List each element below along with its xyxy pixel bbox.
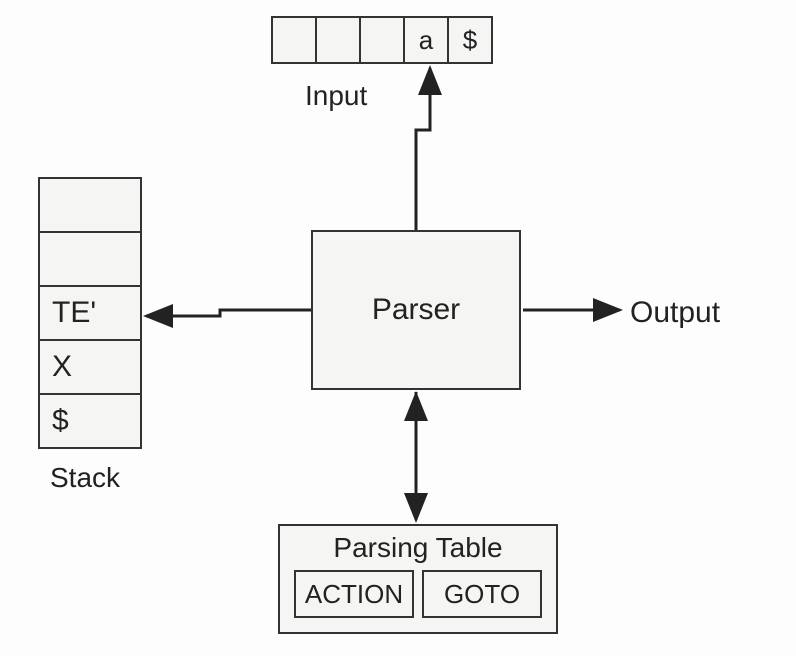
arrow-parser-to-stack — [146, 310, 311, 316]
input-label: Input — [305, 80, 367, 112]
stack: TE' X $ — [38, 177, 142, 449]
input-cell — [359, 16, 405, 64]
stack-cell — [38, 231, 142, 287]
stack-cell: TE' — [38, 285, 142, 341]
parsing-table: Parsing Table ACTION GOTO — [278, 524, 558, 634]
parser-box: Parser — [311, 230, 521, 390]
parser-label: Parser — [372, 293, 460, 327]
stack-cell — [38, 177, 142, 233]
parsing-table-title: Parsing Table — [290, 532, 546, 564]
stack-cell: $ — [38, 393, 142, 449]
arrow-parser-to-input — [416, 68, 430, 230]
input-cell — [315, 16, 361, 64]
input-buffer: a $ — [271, 16, 493, 64]
stack-cell: X — [38, 339, 142, 395]
action-cell: ACTION — [294, 570, 414, 618]
input-cell — [271, 16, 317, 64]
goto-cell: GOTO — [422, 570, 542, 618]
input-cell: $ — [447, 16, 493, 64]
output-label: Output — [630, 296, 720, 330]
input-cell: a — [403, 16, 449, 64]
stack-label: Stack — [50, 462, 120, 494]
